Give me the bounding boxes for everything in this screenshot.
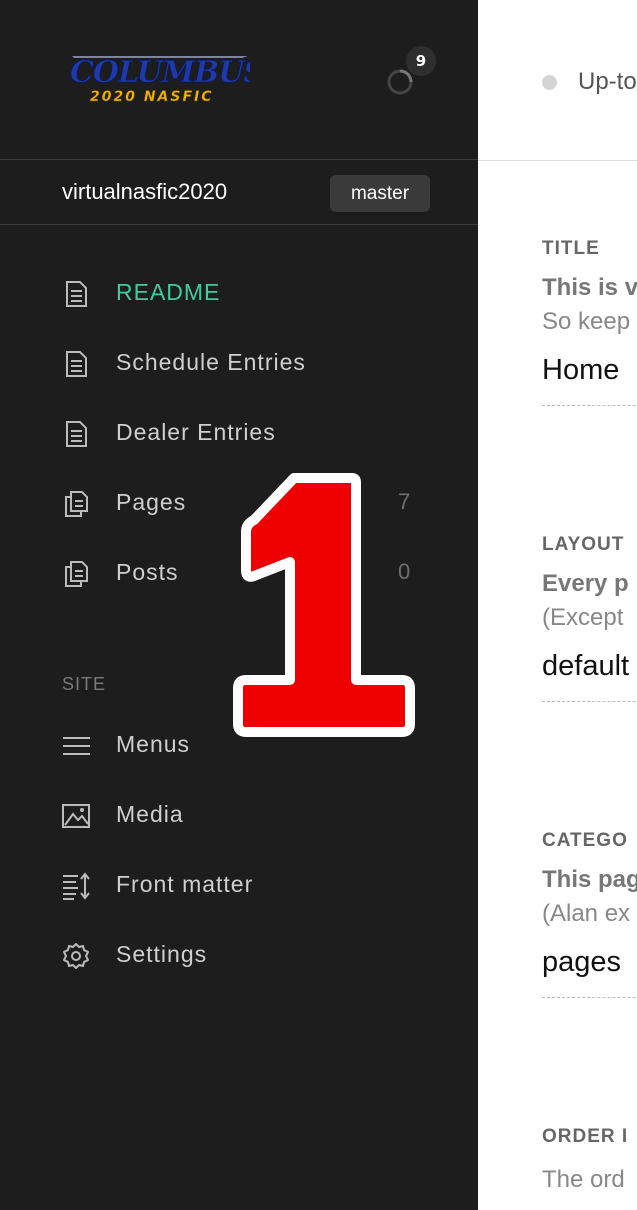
sidebar-item-media[interactable]: Media xyxy=(0,788,478,844)
field-help: This is v xyxy=(542,274,637,301)
document-icon xyxy=(66,421,87,447)
sidebar-item-label: Posts xyxy=(116,559,179,585)
menu-icon xyxy=(63,737,90,755)
field-help-secondary: The ord xyxy=(542,1166,625,1193)
sidebar-header: COLUMBUS 2020 NASFIC 9 xyxy=(0,0,478,160)
sidebar-item-label: Dealer Entries xyxy=(116,419,276,445)
sidebar-item-label: Front matter xyxy=(116,871,254,897)
field-layout: LAYOUT Every p (Except default xyxy=(542,534,637,702)
document-icon xyxy=(66,281,87,307)
sidebar-item-label: Pages xyxy=(116,489,187,515)
layout-input[interactable]: default xyxy=(542,650,637,702)
field-help: This pag xyxy=(542,866,637,893)
sidebar-item-readme[interactable]: README xyxy=(0,266,478,322)
loading-spinner-icon xyxy=(387,69,413,95)
field-label: LAYOUT xyxy=(542,534,625,555)
site-section-label: SITE xyxy=(62,674,107,694)
field-order: ORDER I The ord xyxy=(542,1126,637,1194)
posts-count: 0 xyxy=(398,559,411,584)
sidebar-item-schedule-entries[interactable]: Schedule Entries xyxy=(0,336,478,392)
sidebar-item-label: Settings xyxy=(116,941,208,967)
field-category: CATEGO This pag (Alan ex pages xyxy=(542,830,637,998)
sidebar-item-dealer-entries[interactable]: Dealer Entries xyxy=(0,406,478,462)
sidebar-item-posts[interactable]: Posts 0 xyxy=(0,546,478,602)
image-icon xyxy=(62,804,90,828)
gear-icon xyxy=(63,943,89,969)
field-label: CATEGO xyxy=(542,830,628,851)
sidebar: COLUMBUS 2020 NASFIC 9 virtualnasfic2020… xyxy=(0,0,478,1210)
sidebar-item-label: Media xyxy=(116,801,184,827)
documents-icon xyxy=(65,561,88,587)
field-label: TITLE xyxy=(542,238,600,259)
front-matter-icon xyxy=(63,872,90,900)
field-help-secondary: (Except xyxy=(542,604,624,631)
sidebar-item-pages[interactable]: Pages 7 xyxy=(0,476,478,532)
document-icon xyxy=(66,351,87,377)
sidebar-item-label: Schedule Entries xyxy=(116,349,306,375)
status-text: Up-to xyxy=(578,68,637,95)
sidebar-item-label: Menus xyxy=(116,731,191,757)
sidebar-item-menus[interactable]: Menus xyxy=(0,718,478,774)
sidebar-item-label: README xyxy=(116,279,221,305)
field-help-secondary: So keep xyxy=(542,308,631,335)
notification-badge[interactable]: 9 xyxy=(406,46,436,76)
field-help-secondary: (Alan ex xyxy=(542,900,631,927)
sidebar-item-front-matter[interactable]: Front matter xyxy=(0,858,478,914)
sidebar-item-settings[interactable]: Settings xyxy=(0,928,478,984)
title-input[interactable]: Home xyxy=(542,354,637,406)
main-panel: Up-to TITLE This is v So keep Home LAYOU… xyxy=(478,0,637,1210)
category-input[interactable]: pages xyxy=(542,946,637,998)
branch-badge[interactable]: master xyxy=(330,175,430,212)
svg-text:COLUMBUS: COLUMBUS xyxy=(70,55,250,90)
field-title: TITLE This is v So keep Home xyxy=(542,238,637,406)
field-label: ORDER I xyxy=(542,1126,629,1147)
main-header: Up-to xyxy=(478,0,637,161)
field-help: Every p xyxy=(542,570,629,597)
columbus-nasfic-logo[interactable]: COLUMBUS 2020 NASFIC xyxy=(66,54,250,108)
pages-count: 7 xyxy=(398,489,411,514)
status-dot-icon xyxy=(542,75,557,90)
documents-icon xyxy=(65,491,88,517)
svg-text:2020 NASFIC: 2020 NASFIC xyxy=(90,89,214,105)
repo-name[interactable]: virtualnasfic2020 xyxy=(62,179,227,205)
